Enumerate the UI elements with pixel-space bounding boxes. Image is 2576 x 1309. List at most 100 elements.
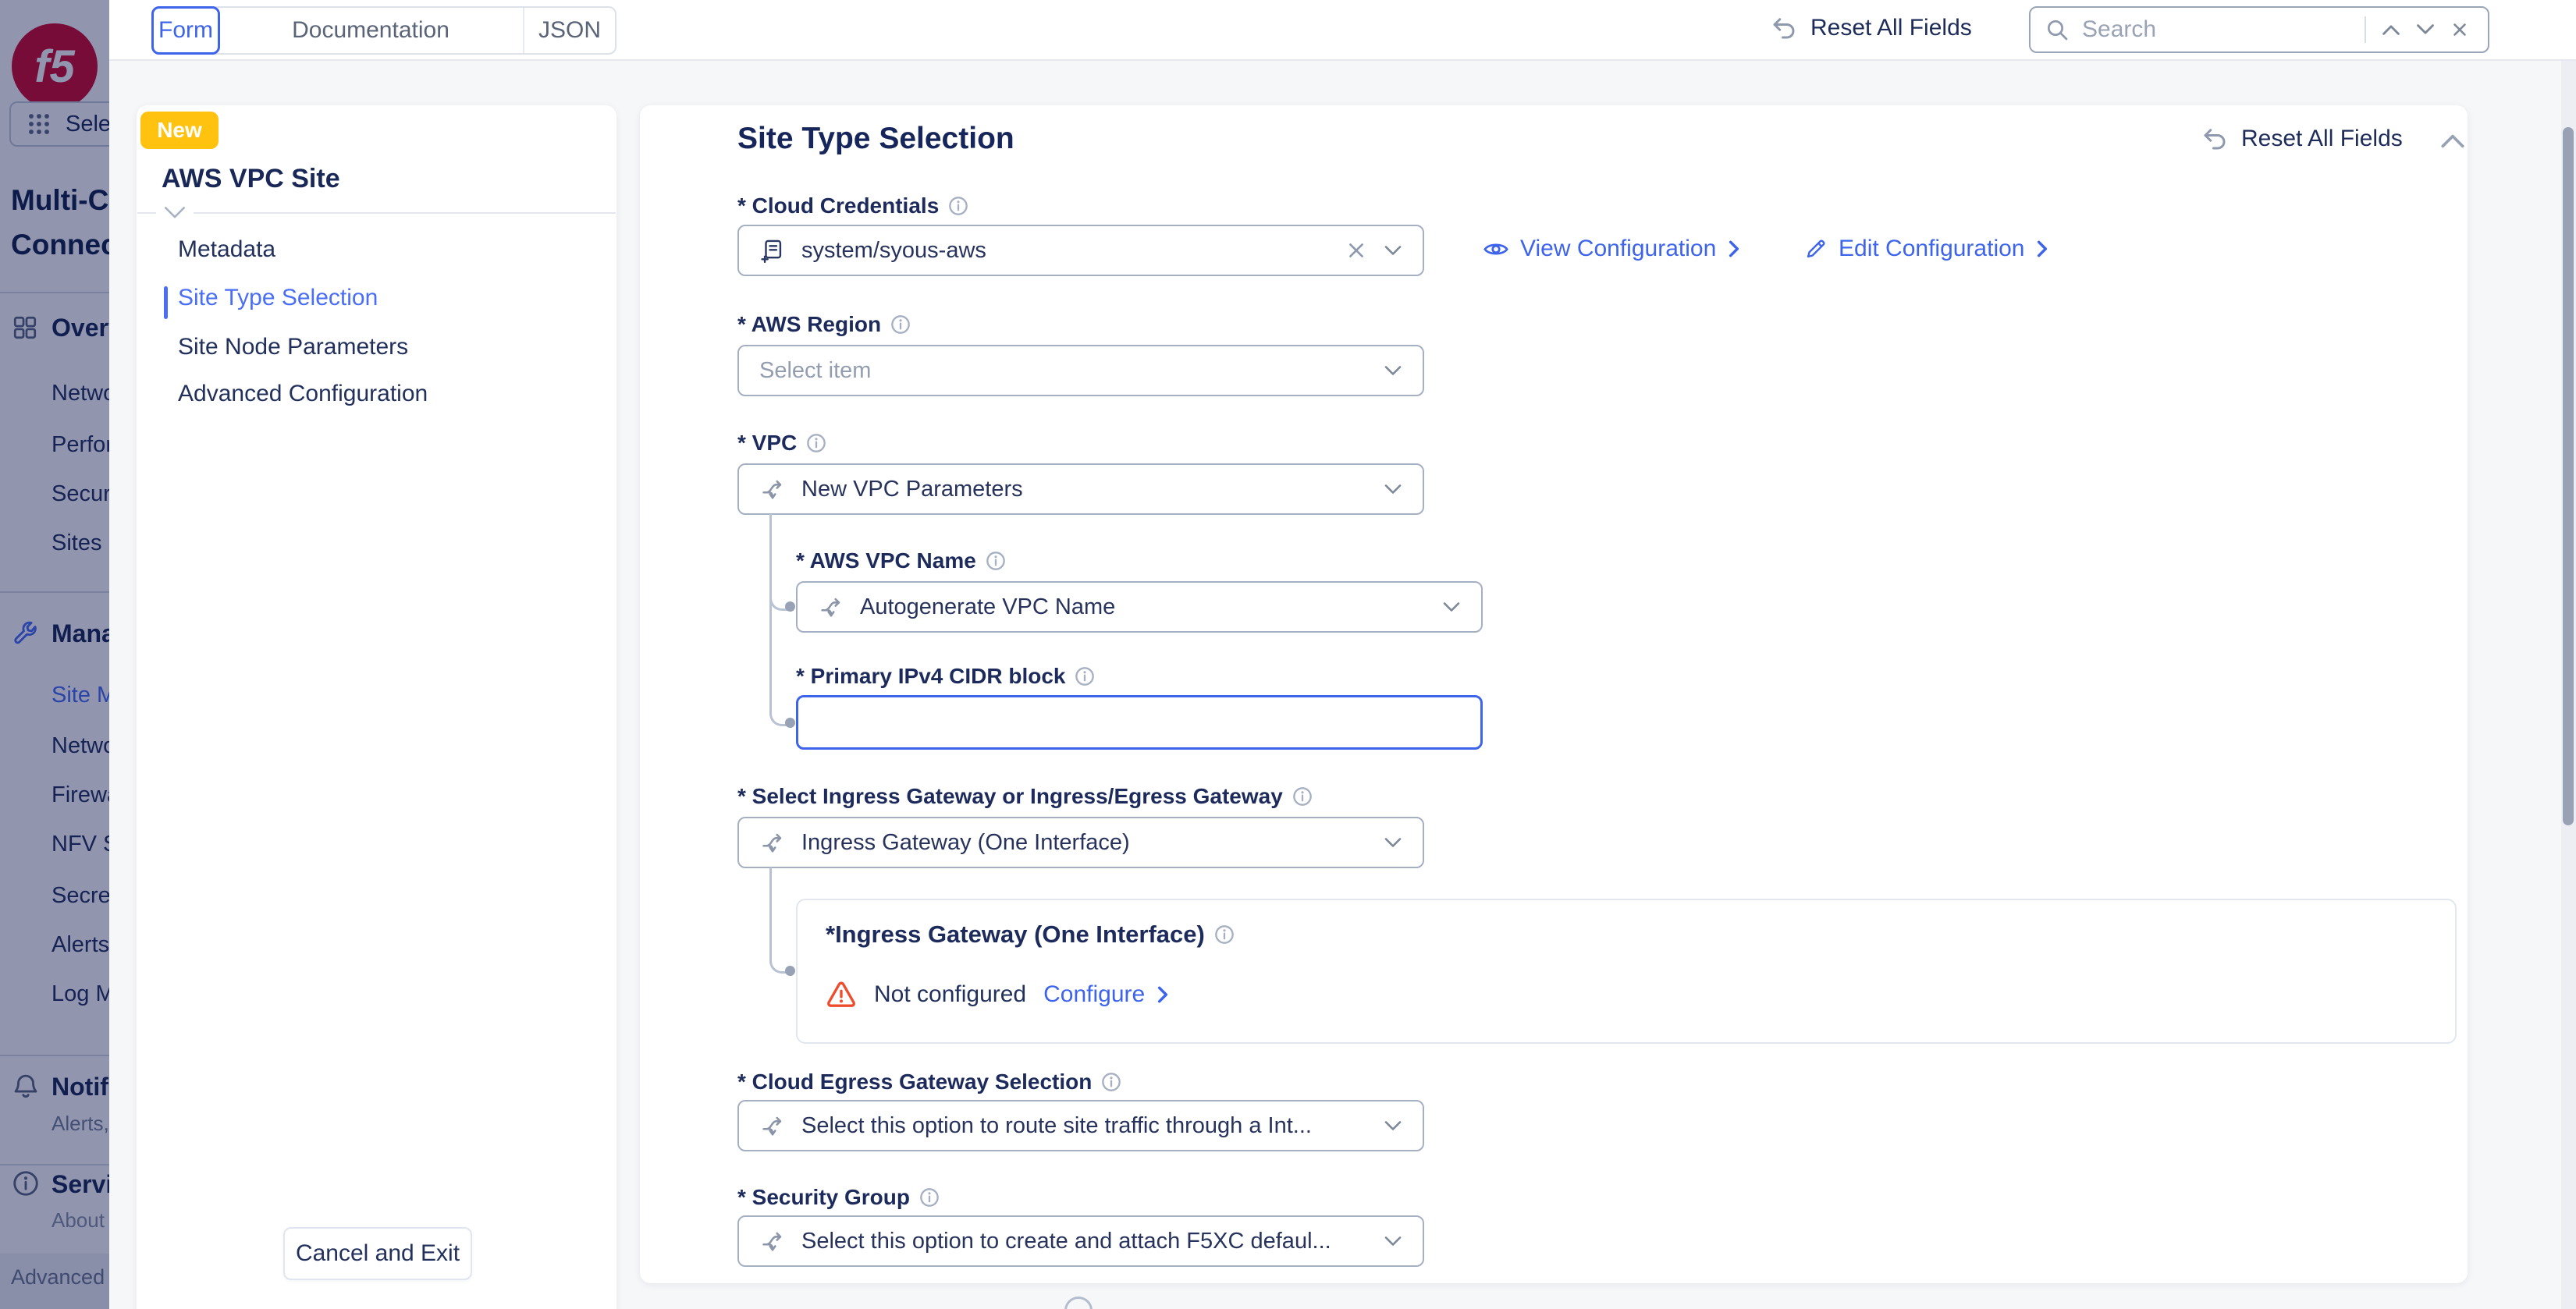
egress-gateway-select[interactable]: Select this option to route site traffic… <box>737 1100 1424 1151</box>
search-close-button[interactable] <box>2443 12 2477 47</box>
security-group-label-row: * Security Group <box>737 1185 940 1210</box>
info-icon[interactable] <box>948 196 968 216</box>
primary-ipv4-cidr-label-row: * Primary IPv4 CIDR block <box>796 664 1095 689</box>
chevron-right-icon <box>1727 239 1741 259</box>
egress-gateway-value: Select this option to route site traffic… <box>801 1112 1312 1138</box>
chevron-down-icon <box>1442 601 1461 613</box>
chevron-down-icon <box>1384 364 1402 377</box>
primary-ipv4-cidr-label: * Primary IPv4 CIDR block <box>796 664 1066 688</box>
view-configuration-label: View Configuration <box>1520 236 1717 261</box>
form-title: AWS VPC Site <box>162 164 340 193</box>
security-group-label: * Security Group <box>737 1185 910 1209</box>
vpc-select[interactable]: New VPC Parameters <box>737 463 1424 515</box>
tab-form[interactable]: Form <box>151 6 220 55</box>
modal-backdrop[interactable] <box>0 0 109 1309</box>
vpc-value: New VPC Parameters <box>801 476 1023 502</box>
form-nav-item-metadata[interactable]: Metadata <box>178 236 275 263</box>
tree-connector-dot <box>785 966 795 976</box>
info-icon[interactable] <box>806 433 826 453</box>
chevron-down-icon <box>1384 836 1402 849</box>
branch-choice-icon <box>759 1228 786 1254</box>
chevron-right-icon <box>1156 984 1170 1005</box>
reset-all-fields-label: Reset All Fields <box>2241 126 2403 151</box>
tree-connector <box>769 867 772 945</box>
collapse-notch-icon[interactable] <box>156 206 194 223</box>
search-next-button[interactable] <box>2408 12 2443 47</box>
reset-all-fields-top[interactable]: Reset All Fields <box>1770 14 1972 42</box>
chevron-down-icon <box>1384 483 1402 495</box>
aws-region-select[interactable]: Select item <box>737 345 1424 396</box>
aws-vpc-name-label: * AWS VPC Name <box>796 548 976 573</box>
edit-configuration-link[interactable]: Edit Configuration <box>1804 236 2049 262</box>
branch-choice-icon <box>759 1112 786 1139</box>
search-divider <box>2365 16 2366 43</box>
reset-all-fields-section[interactable]: Reset All Fields <box>2201 125 2403 153</box>
info-icon[interactable] <box>1101 1072 1121 1092</box>
form-nav-item-site-node-parameters[interactable]: Site Node Parameters <box>178 334 408 360</box>
search-icon <box>2045 17 2070 42</box>
aws-vpc-name-value: Autogenerate VPC Name <box>860 594 1116 619</box>
ingress-gateway-label-row: * Select Ingress Gateway or Ingress/Egre… <box>737 784 1313 809</box>
view-configuration-link[interactable]: View Configuration <box>1483 236 1741 262</box>
ingress-gateway-value: Ingress Gateway (One Interface) <box>801 829 1130 855</box>
configure-label: Configure <box>1043 981 1146 1007</box>
ingress-gateway-label: * Select Ingress Gateway or Ingress/Egre… <box>737 784 1283 808</box>
tree-connector-dot <box>785 601 795 612</box>
search-prev-button[interactable] <box>2374 12 2408 47</box>
info-icon[interactable] <box>1075 666 1095 686</box>
branch-choice-icon <box>818 594 844 620</box>
eye-icon <box>1483 239 1509 260</box>
edit-configuration-label: Edit Configuration <box>1839 236 2025 261</box>
reset-all-fields-label: Reset All Fields <box>1810 15 1972 41</box>
ingress-card-status-row: Not configured Configure <box>826 980 1170 1009</box>
info-icon[interactable] <box>890 314 911 335</box>
search-input[interactable] <box>2080 16 2294 44</box>
section-heading: Site Type Selection <box>737 122 1014 155</box>
branch-choice-icon <box>759 476 786 502</box>
warning-icon <box>826 980 857 1009</box>
active-nav-indicator <box>164 286 168 319</box>
configure-link[interactable]: Configure <box>1043 981 1170 1008</box>
chevron-down-icon <box>1384 244 1402 257</box>
security-group-select[interactable]: Select this option to create and attach … <box>737 1215 1424 1267</box>
form-nav-item-site-type-selection[interactable]: Site Type Selection <box>178 285 378 311</box>
cloud-credentials-select[interactable]: system/syous-aws <box>737 225 1424 276</box>
view-tabs: Form Documentation JSON <box>151 6 616 55</box>
info-icon[interactable] <box>1214 924 1235 945</box>
info-icon[interactable] <box>919 1187 940 1208</box>
aws-region-label-row: * AWS Region <box>737 312 911 337</box>
scrollbar-thumb[interactable] <box>2563 127 2574 825</box>
section-collapse-icon[interactable] <box>2439 133 2466 154</box>
tab-documentation[interactable]: Documentation <box>219 8 524 53</box>
new-badge: New <box>140 112 219 149</box>
egress-gateway-label-row: * Cloud Egress Gateway Selection <box>737 1070 1121 1094</box>
security-group-value: Select this option to create and attach … <box>801 1228 1331 1254</box>
undo-icon <box>1770 14 1798 42</box>
aws-vpc-name-label-row: * AWS VPC Name <box>796 548 1006 573</box>
reference-object-icon <box>759 237 786 264</box>
tree-connector <box>769 514 772 701</box>
search-box <box>2029 6 2489 53</box>
clear-selection-icon[interactable] <box>1346 240 1366 261</box>
form-nav-item-advanced-configuration[interactable]: Advanced Configuration <box>178 381 428 407</box>
aws-region-placeholder: Select item <box>759 357 872 383</box>
app-root: f5 Select Multi-Cloud Connect Overview N… <box>0 0 2576 1309</box>
tab-json[interactable]: JSON <box>524 8 615 53</box>
ingress-gateway-select[interactable]: Ingress Gateway (One Interface) <box>737 817 1424 868</box>
primary-ipv4-cidr-input[interactable] <box>796 695 1483 750</box>
vpc-label-row: * VPC <box>737 431 826 456</box>
ingress-card-title-row: *Ingress Gateway (One Interface) <box>826 921 1235 949</box>
cancel-and-exit-button[interactable]: Cancel and Exit <box>283 1227 472 1280</box>
aws-vpc-name-select[interactable]: Autogenerate VPC Name <box>796 581 1483 633</box>
status-text: Not configured <box>874 981 1027 1007</box>
info-icon[interactable] <box>986 551 1006 571</box>
cloud-credentials-label-row: * Cloud Credentials <box>737 193 968 218</box>
ingress-gateway-card: *Ingress Gateway (One Interface) Not con… <box>796 899 2457 1044</box>
info-icon[interactable] <box>1292 786 1313 807</box>
chevron-down-icon <box>1384 1119 1402 1132</box>
ingress-card-title: *Ingress Gateway (One Interface) <box>826 921 1205 948</box>
branch-choice-icon <box>759 829 786 856</box>
undo-icon <box>2201 125 2229 153</box>
aws-region-label: * AWS Region <box>737 312 882 336</box>
chevron-down-icon <box>1384 1235 1402 1247</box>
